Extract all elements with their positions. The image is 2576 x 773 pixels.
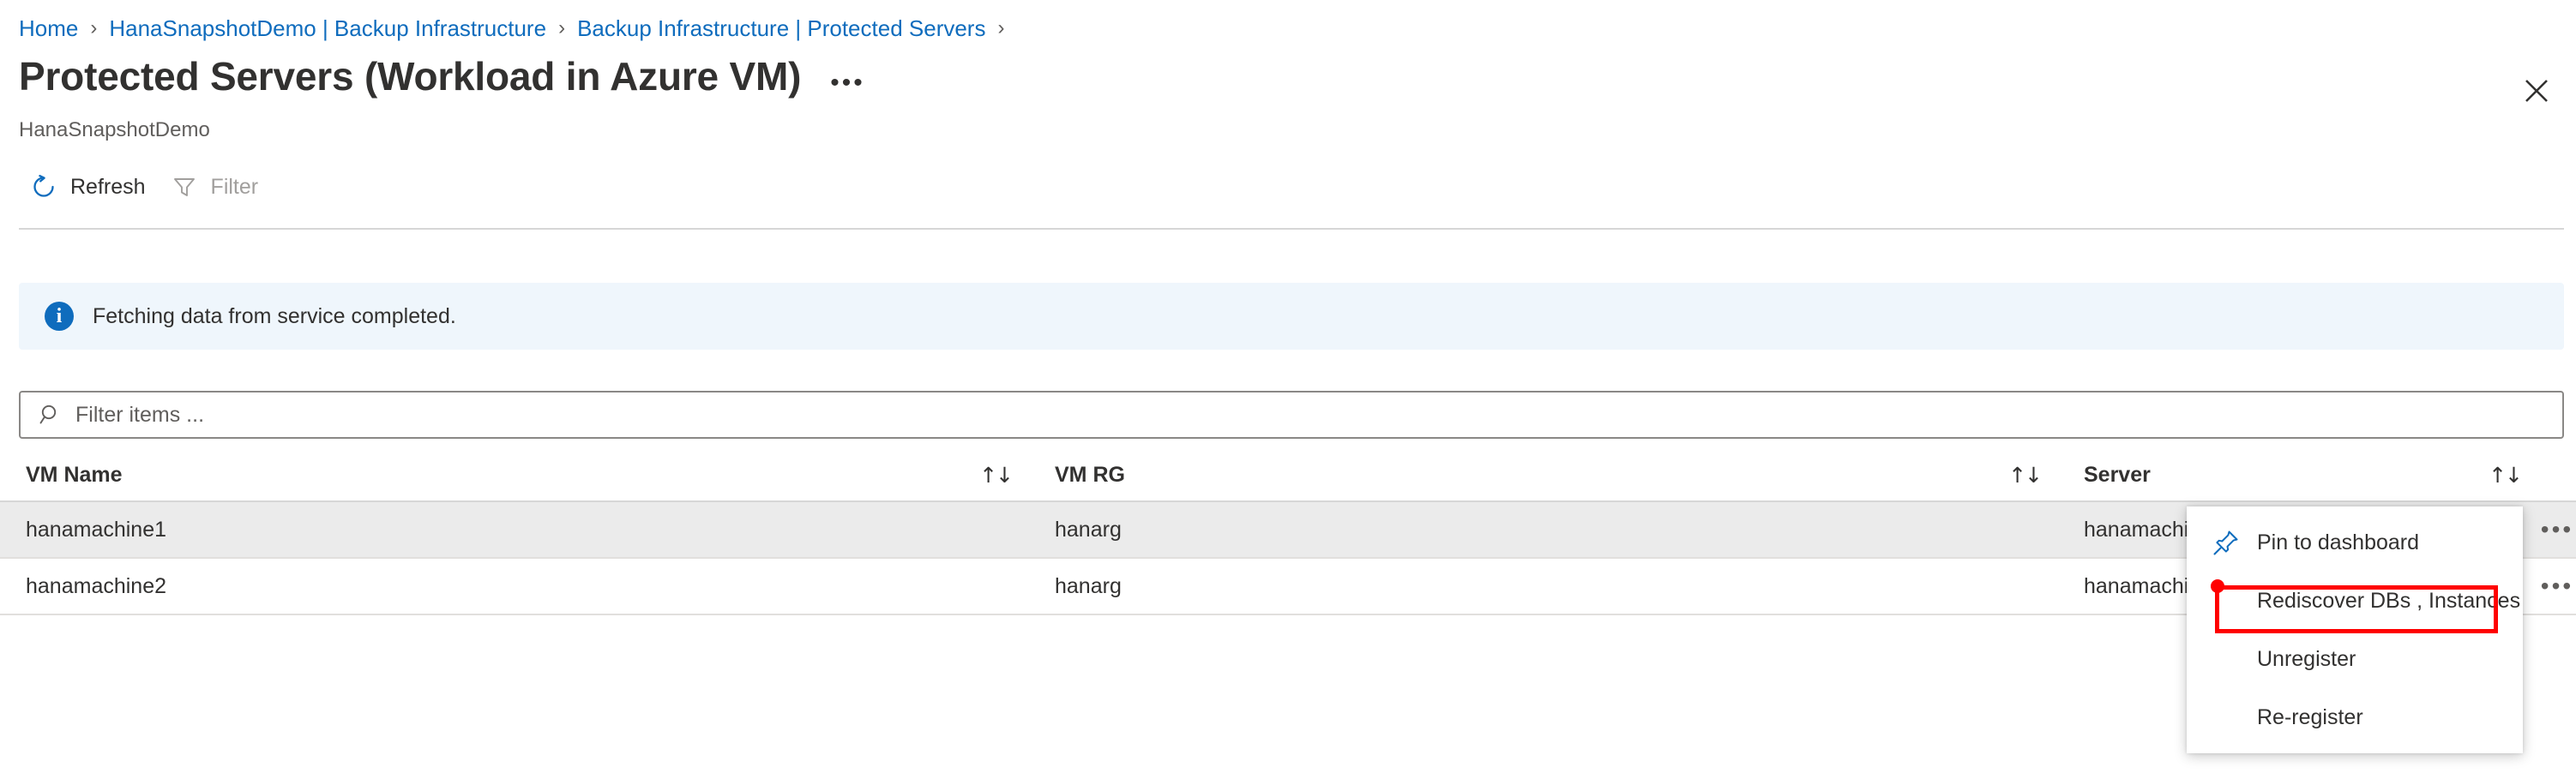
breadcrumb-item-protected-servers[interactable]: Backup Infrastructure | Protected Server… — [577, 15, 985, 41]
refresh-button-label: Refresh — [70, 175, 146, 200]
pin-icon — [2209, 525, 2243, 560]
menu-icon-placeholder — [2209, 584, 2243, 618]
breadcrumb-item-backup-infrastructure[interactable]: HanaSnapshotDemo | Backup Infrastructure — [109, 15, 546, 41]
menu-icon-placeholder — [2209, 642, 2243, 676]
breadcrumb-separator-icon: › — [558, 15, 565, 41]
page-title: Protected Servers (Workload in Azure VM) — [19, 53, 801, 99]
row-actions-cell: ••• — [2538, 559, 2576, 614]
cell-vm-rg: hanarg — [1029, 502, 2058, 557]
cell-vm-name: hanamachine2 — [0, 559, 1029, 614]
context-menu-item-re-register[interactable]: Re-register — [2187, 688, 2523, 746]
command-bar-divider — [19, 228, 2564, 230]
column-header-server-label: Server — [2084, 463, 2151, 488]
column-header-vm-name[interactable]: VM Name ↑↓ — [0, 449, 1029, 500]
context-menu-item-rediscover-dbs-instances[interactable]: Rediscover DBs , Instances — [2187, 572, 2523, 630]
menu-icon-placeholder — [2209, 700, 2243, 734]
sort-icon[interactable]: ↑↓ — [979, 463, 1012, 488]
column-header-server[interactable]: Server ↑↓ — [2058, 449, 2538, 500]
filter-items-box[interactable] — [19, 391, 2564, 439]
funnel-icon — [170, 172, 199, 201]
column-header-vm-name-label: VM Name — [26, 463, 123, 488]
status-notification-bar: i Fetching data from service completed. — [19, 283, 2564, 350]
status-message: Fetching data from service completed. — [93, 304, 456, 329]
breadcrumb: Home › HanaSnapshotDemo | Backup Infrast… — [19, 15, 1016, 41]
cell-vm-name: hanamachine1 — [0, 502, 1029, 557]
row-context-menu: Pin to dashboard Rediscover DBs , Instan… — [2187, 506, 2523, 753]
page-more-menu-button[interactable]: ••• — [830, 75, 865, 92]
breadcrumb-separator-icon: › — [90, 15, 97, 41]
command-bar: Refresh Filter — [19, 163, 272, 211]
column-header-vm-rg-label: VM RG — [1055, 463, 1125, 488]
context-menu-item-label: Pin to dashboard — [2257, 530, 2419, 555]
filter-button-label: Filter — [211, 175, 259, 200]
sort-icon[interactable]: ↑↓ — [2008, 463, 2041, 488]
context-menu-item-label: Re-register — [2257, 705, 2363, 730]
sort-icon[interactable]: ↑↓ — [2489, 463, 2521, 488]
column-header-actions — [2538, 449, 2576, 500]
refresh-button[interactable]: Refresh — [19, 163, 159, 211]
filter-items-input[interactable] — [75, 392, 2562, 437]
row-context-menu-button[interactable]: ••• — [2541, 525, 2573, 534]
page-header: Protected Servers (Workload in Azure VM)… — [19, 53, 865, 99]
row-context-menu-button[interactable]: ••• — [2541, 582, 2573, 590]
breadcrumb-item-home[interactable]: Home — [19, 15, 78, 41]
breadcrumb-separator-icon: › — [997, 15, 1004, 41]
table-header-row: VM Name ↑↓ VM RG ↑↓ Server ↑↓ — [0, 449, 2576, 502]
page-subtitle: HanaSnapshotDemo — [19, 118, 210, 142]
refresh-icon — [29, 172, 58, 201]
column-header-vm-rg[interactable]: VM RG ↑↓ — [1029, 449, 2058, 500]
row-actions-cell: ••• — [2538, 502, 2576, 557]
close-icon — [2524, 78, 2549, 104]
context-menu-item-unregister[interactable]: Unregister — [2187, 630, 2523, 688]
context-menu-item-label: Unregister — [2257, 647, 2356, 672]
context-menu-item-pin-to-dashboard[interactable]: Pin to dashboard — [2187, 513, 2523, 572]
search-icon — [38, 402, 63, 428]
close-blade-button[interactable] — [2516, 70, 2557, 111]
info-icon: i — [45, 302, 74, 331]
filter-button[interactable]: Filter — [159, 163, 273, 211]
cell-vm-rg: hanarg — [1029, 559, 2058, 614]
context-menu-item-label: Rediscover DBs , Instances — [2257, 589, 2520, 614]
azure-portal-blade: Home › HanaSnapshotDemo | Backup Infrast… — [0, 0, 2576, 773]
